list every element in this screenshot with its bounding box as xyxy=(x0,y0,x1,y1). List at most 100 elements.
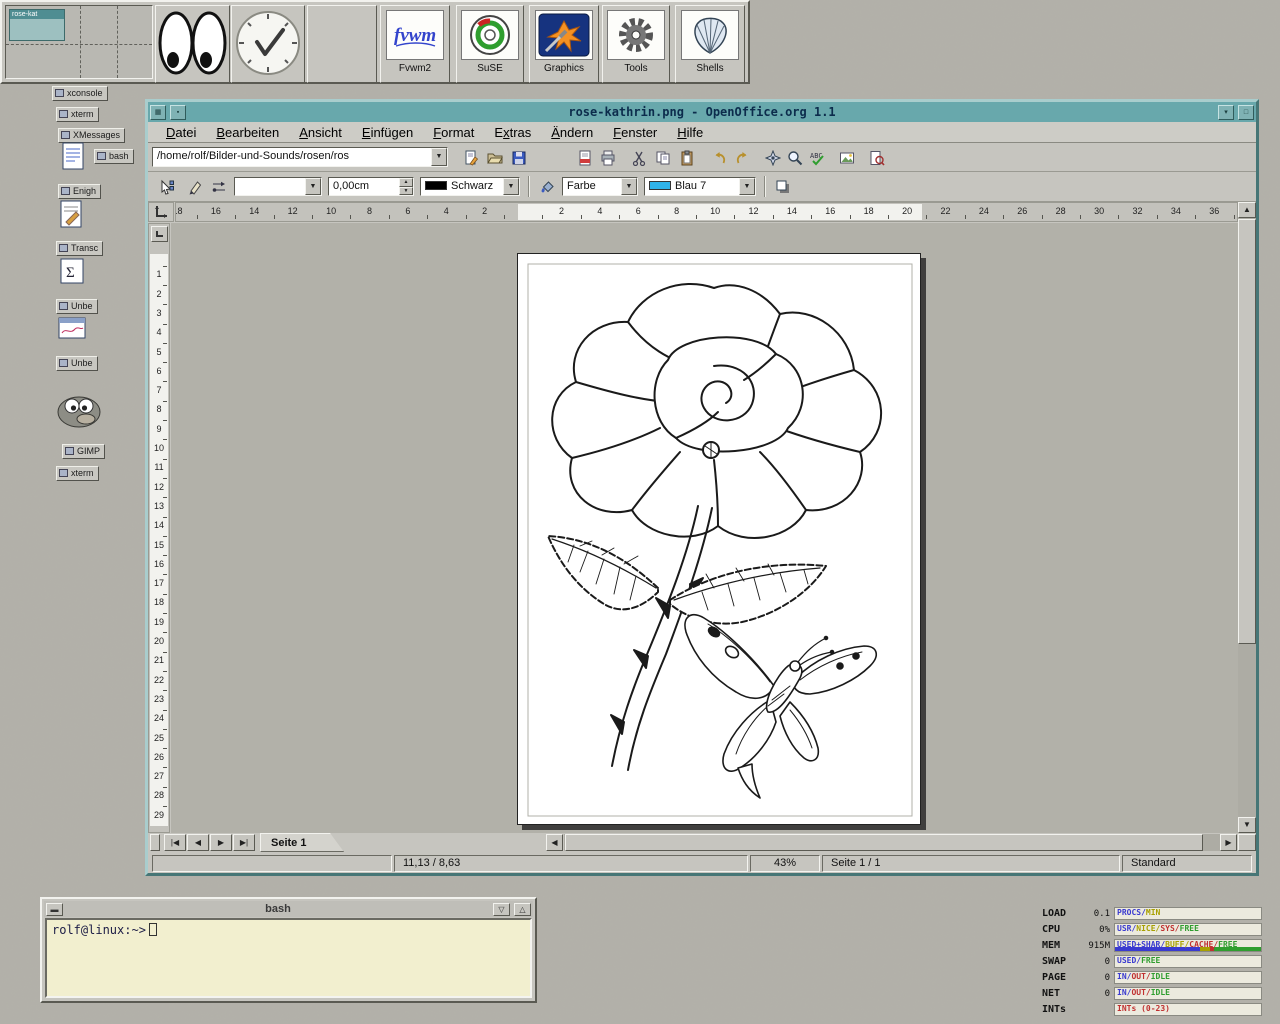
launcher-graphics[interactable]: Graphics xyxy=(529,5,599,83)
iconify-button[interactable]: ▽ xyxy=(493,903,510,916)
menu-hilfe[interactable]: Hilfe xyxy=(667,123,713,142)
desktop-icon-unbe[interactable]: Unbe xyxy=(56,299,98,314)
undo-button[interactable] xyxy=(708,147,730,169)
fill-style-combobox[interactable]: Farbe ▼ xyxy=(562,177,638,196)
clock-button[interactable] xyxy=(231,5,305,83)
window-menu-button[interactable]: ▦ xyxy=(150,105,166,120)
desktop-icon-unbe-image[interactable]: Σ xyxy=(60,258,84,289)
maximize-button[interactable]: △ xyxy=(514,903,531,916)
pager-mini-window[interactable]: rose-kat xyxy=(9,9,65,41)
ruler-tick xyxy=(163,536,167,537)
desktop-icon-xmessages[interactable]: XMessages xyxy=(58,128,125,143)
empty-panel-button[interactable] xyxy=(307,5,377,83)
first-page-button[interactable]: |◀ xyxy=(164,834,186,851)
menu-bearbeiten[interactable]: Bearbeiten xyxy=(206,123,289,142)
save-button[interactable] xyxy=(508,147,530,169)
terminal-title-bar[interactable]: ▬ bash ▽ △ xyxy=(44,901,533,917)
desktop-icon-enigh-image[interactable] xyxy=(62,142,84,175)
menu-datei[interactable]: Datei xyxy=(156,123,206,142)
chevron-down-icon[interactable]: ▼ xyxy=(431,148,447,166)
scroll-left-icon[interactable]: ◀ xyxy=(546,834,563,851)
scroll-up-icon[interactable]: ▲ xyxy=(1238,202,1256,218)
chevron-down-icon[interactable]: ▼ xyxy=(503,178,519,195)
launcher-fvwm2[interactable]: fvwm Fvwm2 xyxy=(380,5,450,83)
desktop-icon-gimp[interactable]: GIMP xyxy=(62,444,105,459)
fill-color-combobox[interactable]: Blau 7 ▼ xyxy=(644,177,756,196)
xeyes-button[interactable] xyxy=(155,5,230,83)
desktop-icon-xconsole[interactable]: xconsole xyxy=(52,86,108,101)
launcher-tools[interactable]: Tools xyxy=(602,5,670,83)
desktop-icon-enigh[interactable]: Enigh xyxy=(58,184,101,199)
launcher-suse[interactable]: SuSE xyxy=(456,5,524,83)
document-page[interactable] xyxy=(517,253,921,825)
terminal-content[interactable]: rolf@linux:~> xyxy=(45,918,532,998)
edit-file-button[interactable] xyxy=(460,147,482,169)
page-tab[interactable]: Seite 1 xyxy=(260,833,344,852)
desktop-icon-gimp-image[interactable] xyxy=(56,392,102,435)
horizontal-scrollbar-thumb[interactable] xyxy=(565,834,1203,851)
chevron-down-icon[interactable]: ▼ xyxy=(621,178,637,195)
load-url-combobox[interactable]: /home/rolf/Bilder-und-Sounds/rosen/ros ▼ xyxy=(152,147,448,167)
export-pdf-button[interactable] xyxy=(574,147,596,169)
line-pen-button[interactable] xyxy=(184,177,206,197)
tab-splitter[interactable] xyxy=(150,834,160,851)
scroll-down-icon[interactable]: ▼ xyxy=(1238,817,1256,833)
ruler-origin-button[interactable] xyxy=(148,202,174,222)
spellcheck-button[interactable]: ABC xyxy=(806,147,828,169)
menu-extras[interactable]: Extras xyxy=(484,123,541,142)
horizontal-ruler[interactable]: 1816141210864224681012141618202224262830… xyxy=(175,202,1238,222)
redo-button[interactable] xyxy=(732,147,754,169)
iconify-button[interactable]: ▾ xyxy=(1218,105,1234,120)
menu-fenster[interactable]: Fenster xyxy=(603,123,667,142)
desktop-icon-transc[interactable]: Transc xyxy=(56,241,103,256)
navigator-button[interactable] xyxy=(762,147,784,169)
print-file-button[interactable] xyxy=(597,147,619,169)
shadow-button[interactable] xyxy=(772,177,794,197)
horizontal-scrollbar[interactable] xyxy=(564,834,1220,851)
copy-button[interactable] xyxy=(652,147,674,169)
pager[interactable]: rose-kat xyxy=(5,5,153,79)
zoom-button[interactable] xyxy=(784,147,806,169)
open-folder-button[interactable] xyxy=(484,147,506,169)
menu-ändern[interactable]: Ändern xyxy=(541,123,603,142)
next-page-button[interactable]: ▶ xyxy=(210,834,232,851)
edit-points-button[interactable] xyxy=(156,177,178,197)
status-zoom[interactable]: 43% xyxy=(750,855,820,872)
spinner-buttons[interactable]: ▲▼ xyxy=(399,178,413,195)
monitor-label: MEM xyxy=(1042,940,1060,951)
fill-button[interactable] xyxy=(536,177,558,197)
last-page-button[interactable]: ▶| xyxy=(233,834,255,851)
line-style-combobox[interactable]: ▼ xyxy=(234,177,322,196)
desktop-icon-transc-image[interactable] xyxy=(60,200,82,233)
chevron-down-icon[interactable]: ▼ xyxy=(739,178,755,195)
launcher-shells[interactable]: Shells xyxy=(675,5,745,83)
desktop-icon-xterm[interactable]: xterm xyxy=(56,107,99,122)
vertical-scrollbar[interactable]: ▲ ▼ xyxy=(1238,202,1256,833)
tab-type-button[interactable] xyxy=(151,226,168,242)
desktop-icon-unbe[interactable]: Unbe xyxy=(56,356,98,371)
title-bar[interactable]: ▦ ▪ rose-kathrin.png - OpenOffice.org 1.… xyxy=(148,102,1256,122)
sticky-button[interactable]: ▪ xyxy=(170,105,186,120)
desktop-icon-xterm[interactable]: xterm xyxy=(56,466,99,481)
gallery-button[interactable] xyxy=(836,147,858,169)
cut-button[interactable] xyxy=(628,147,650,169)
vertical-scrollbar-thumb[interactable] xyxy=(1238,219,1256,644)
menu-format[interactable]: Format xyxy=(423,123,484,142)
ruler-number: 8 xyxy=(367,206,372,216)
menu-einfügen[interactable]: Einfügen xyxy=(352,123,423,142)
line-color-combobox[interactable]: Schwarz ▼ xyxy=(420,177,520,196)
maximize-button[interactable]: □ xyxy=(1238,105,1254,120)
arrow-style-button[interactable] xyxy=(208,177,230,197)
page-preview-button[interactable] xyxy=(866,147,888,169)
line-width-spinner[interactable]: 0,00cm ▲▼ xyxy=(328,177,414,196)
paste-button[interactable] xyxy=(676,147,698,169)
window-menu-button[interactable]: ▬ xyxy=(46,903,63,916)
chevron-down-icon[interactable]: ▼ xyxy=(305,178,321,195)
drawing-canvas[interactable] xyxy=(171,223,1238,833)
prev-page-button[interactable]: ◀ xyxy=(187,834,209,851)
vertical-ruler[interactable]: 1234567891011121314151617181920212223242… xyxy=(148,223,170,833)
menu-ansicht[interactable]: Ansicht xyxy=(289,123,352,142)
scroll-right-icon[interactable]: ▶ xyxy=(1220,834,1237,851)
desktop-icon-unbe-image[interactable] xyxy=(58,317,86,344)
desktop-icon-bash[interactable]: bash xyxy=(94,149,134,164)
